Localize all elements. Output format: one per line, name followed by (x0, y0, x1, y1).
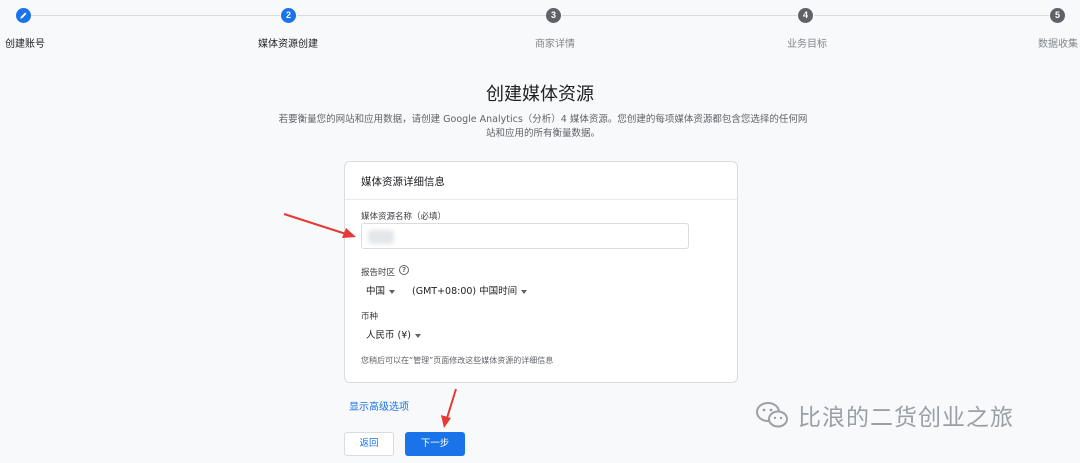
step-4-label: 业务目标 (787, 39, 827, 50)
wechat-watermark: 比浪的二货创业之旅 (754, 398, 1014, 432)
show-advanced-options-link[interactable]: 显示高级选项 (349, 398, 409, 413)
step-4-indicator: 4 (798, 8, 813, 23)
chevron-down-icon (389, 289, 396, 294)
progress-stepper: 2 3 4 5 创建账号 媒体资源创建 商家详情 业务目标 数据收集 (0, 0, 1080, 50)
currency-value: 人民币 (¥) (366, 330, 411, 341)
watermark-text: 比浪的二货创业之旅 (798, 405, 1014, 431)
wechat-icon (756, 402, 788, 428)
timezone-value: (GMT+08:00) 中国时间 (412, 286, 518, 297)
step-2-label[interactable]: 媒体资源创建 (258, 35, 318, 50)
timezone-select[interactable]: (GMT+08:00) 中国时间 (412, 283, 528, 297)
card-title: 媒体资源详细信息 (345, 162, 737, 200)
arrow-to-next-button (441, 388, 457, 428)
step-1-done-indicator[interactable] (16, 8, 31, 23)
country-value: 中国 (366, 286, 386, 297)
next-button[interactable]: 下一步 (405, 432, 465, 456)
step-3-label: 商家详情 (535, 39, 575, 50)
country-select[interactable]: 中国 (366, 283, 396, 297)
timezone-label: 报告时区 (361, 268, 396, 278)
help-icon[interactable]: ? (399, 265, 409, 275)
step-3-indicator: 3 (546, 8, 561, 23)
step-connector (814, 15, 1049, 16)
property-details-card: 媒体资源详细信息 媒体资源名称（必填） 报告时区 ? 中国 (GMT+08:00… (344, 161, 738, 383)
page-description: 若要衡量您的网站和应用数据，请创建 Google Analytics（分析）4 … (278, 114, 808, 139)
step-connector (297, 15, 546, 16)
step-connector (562, 15, 797, 16)
property-name-label: 媒体资源名称（必填） (361, 212, 447, 222)
step-5-label: 数据收集 (1038, 39, 1078, 50)
edit-later-note: 您稍后可以在“管理”页面修改这些媒体资源的详细信息 (361, 356, 554, 365)
property-name-input[interactable] (361, 223, 689, 249)
currency-select[interactable]: 人民币 (¥) (366, 327, 421, 341)
step-1-label[interactable]: 创建账号 (5, 35, 45, 50)
step-2-indicator[interactable]: 2 (281, 8, 296, 23)
page-title: 创建媒体资源 (486, 84, 594, 105)
chevron-down-icon (521, 289, 528, 294)
currency-label: 币种 (361, 312, 379, 322)
pencil-icon (20, 12, 27, 19)
chevron-down-icon (414, 333, 421, 338)
step-5-indicator: 5 (1050, 8, 1065, 23)
back-button[interactable]: 返回 (344, 432, 394, 456)
step-connector (31, 15, 280, 16)
redacted-value (368, 230, 394, 244)
